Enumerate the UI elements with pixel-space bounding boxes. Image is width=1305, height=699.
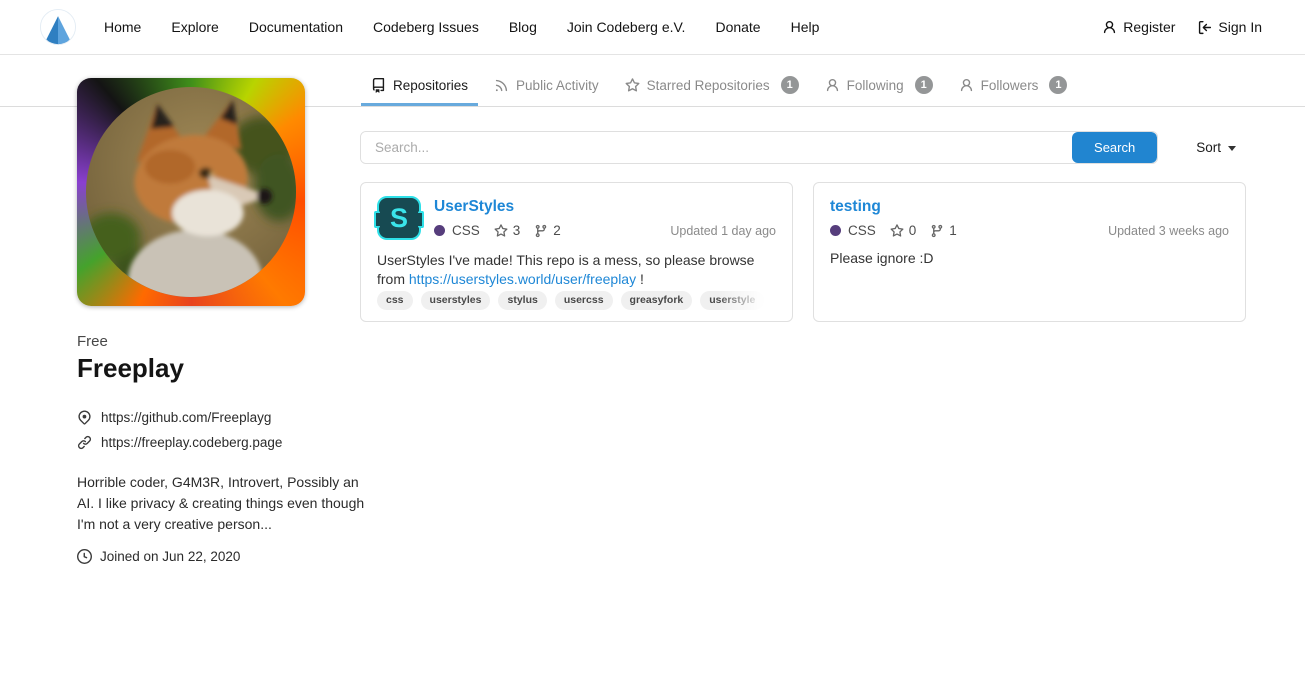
- nav-links: Home Explore Documentation Codeberg Issu…: [104, 19, 819, 35]
- profile-sidebar: Free Freeplay https://github.com/Freepla…: [77, 78, 369, 564]
- star-count: 3: [494, 223, 521, 238]
- website-row[interactable]: https://freeplay.codeberg.page: [77, 430, 369, 455]
- location-row: https://github.com/Freeplayg: [77, 405, 369, 430]
- updated-timestamp: Updated 3 weeks ago: [1108, 224, 1229, 238]
- git-fork-icon: [930, 224, 944, 238]
- star-count: 0: [890, 223, 917, 238]
- chevron-down-icon: [1228, 146, 1236, 151]
- search-row: Search Sort: [360, 131, 1246, 164]
- sign-in-link[interactable]: Sign In: [1197, 19, 1262, 35]
- fork-count: 1: [930, 223, 957, 238]
- location-pin-icon: [77, 410, 92, 425]
- starred-count-badge: 1: [781, 76, 799, 94]
- topic-tag[interactable]: cascading-style-sheets: [772, 291, 777, 310]
- git-fork-icon: [534, 224, 548, 238]
- repo-card-testing: testing CSS 0: [813, 182, 1246, 322]
- username: Freeplay: [77, 353, 369, 384]
- tab-repositories[interactable]: Repositories: [361, 55, 478, 106]
- person-icon: [1102, 20, 1117, 35]
- top-navbar: Home Explore Documentation Codeberg Issu…: [0, 0, 1305, 55]
- auth-area: Register Sign In: [1102, 19, 1262, 35]
- topic-tag[interactable]: stylus: [498, 291, 546, 310]
- nav-item-join-codeberg[interactable]: Join Codeberg e.V.: [567, 19, 686, 35]
- topic-tag[interactable]: usercss: [555, 291, 613, 310]
- joined-row: Joined on Jun 22, 2020: [77, 549, 369, 564]
- nav-item-codeberg-issues[interactable]: Codeberg Issues: [373, 19, 479, 35]
- sort-dropdown[interactable]: Sort: [1196, 140, 1236, 155]
- tab-public-activity[interactable]: Public Activity: [484, 55, 609, 106]
- search-button[interactable]: Search: [1072, 132, 1157, 163]
- person-icon: [959, 78, 974, 93]
- repo-link-userstyles[interactable]: UserStyles: [434, 198, 514, 216]
- star-icon: [494, 224, 508, 238]
- register-link[interactable]: Register: [1102, 19, 1175, 35]
- star-icon: [890, 224, 904, 238]
- language-dot-icon: [830, 225, 841, 236]
- fox-photo: [86, 87, 296, 297]
- language-dot-icon: [434, 225, 445, 236]
- followers-count-badge: 1: [1049, 76, 1067, 94]
- nav-item-blog[interactable]: Blog: [509, 19, 537, 35]
- display-name: Free: [77, 333, 369, 350]
- updated-timestamp: Updated 1 day ago: [670, 224, 776, 238]
- codeberg-logo[interactable]: [40, 9, 76, 45]
- star-icon: [625, 78, 640, 93]
- topic-tag[interactable]: userstyle: [700, 291, 764, 310]
- nav-item-help[interactable]: Help: [791, 19, 820, 35]
- repo-link-testing[interactable]: testing: [830, 198, 881, 216]
- link-icon: [77, 435, 92, 450]
- user-avatar: [77, 78, 305, 306]
- clock-icon: [77, 549, 92, 564]
- following-count-badge: 1: [915, 76, 933, 94]
- repo-language: CSS: [830, 223, 876, 238]
- nav-item-explore[interactable]: Explore: [171, 19, 218, 35]
- tab-followers[interactable]: Followers 1: [949, 55, 1078, 106]
- rss-icon: [494, 78, 509, 93]
- repo-description: Please ignore :D: [830, 249, 1229, 268]
- user-bio: Horrible coder, G4M3R, Introvert, Possib…: [77, 472, 367, 535]
- sign-in-icon: [1197, 20, 1212, 35]
- topic-tag[interactable]: userstyles: [421, 291, 491, 310]
- userstyles-world-link[interactable]: https://userstyles.world/user/freeplay: [409, 271, 636, 287]
- repo-language: CSS: [434, 223, 480, 238]
- tab-starred-repositories[interactable]: Starred Repositories 1: [615, 55, 809, 106]
- search-input[interactable]: [361, 132, 1072, 163]
- topic-tag[interactable]: css: [377, 291, 413, 310]
- userstyles-repo-avatar: S: [377, 196, 421, 240]
- topic-tag[interactable]: greasyfork: [621, 291, 693, 310]
- nav-item-donate[interactable]: Donate: [715, 19, 760, 35]
- nav-item-home[interactable]: Home: [104, 19, 141, 35]
- nav-item-documentation[interactable]: Documentation: [249, 19, 343, 35]
- tab-following[interactable]: Following 1: [815, 55, 943, 106]
- repo-card-userstyles: S UserStyles CSS 3: [360, 182, 793, 322]
- repo-icon: [371, 78, 386, 93]
- repo-description: UserStyles I've made! This repo is a mes…: [377, 251, 776, 288]
- person-icon: [825, 78, 840, 93]
- topics-row: css userstyles stylus usercss greasyfork…: [377, 291, 777, 310]
- search-group: Search: [360, 131, 1158, 164]
- fork-count: 2: [534, 223, 561, 238]
